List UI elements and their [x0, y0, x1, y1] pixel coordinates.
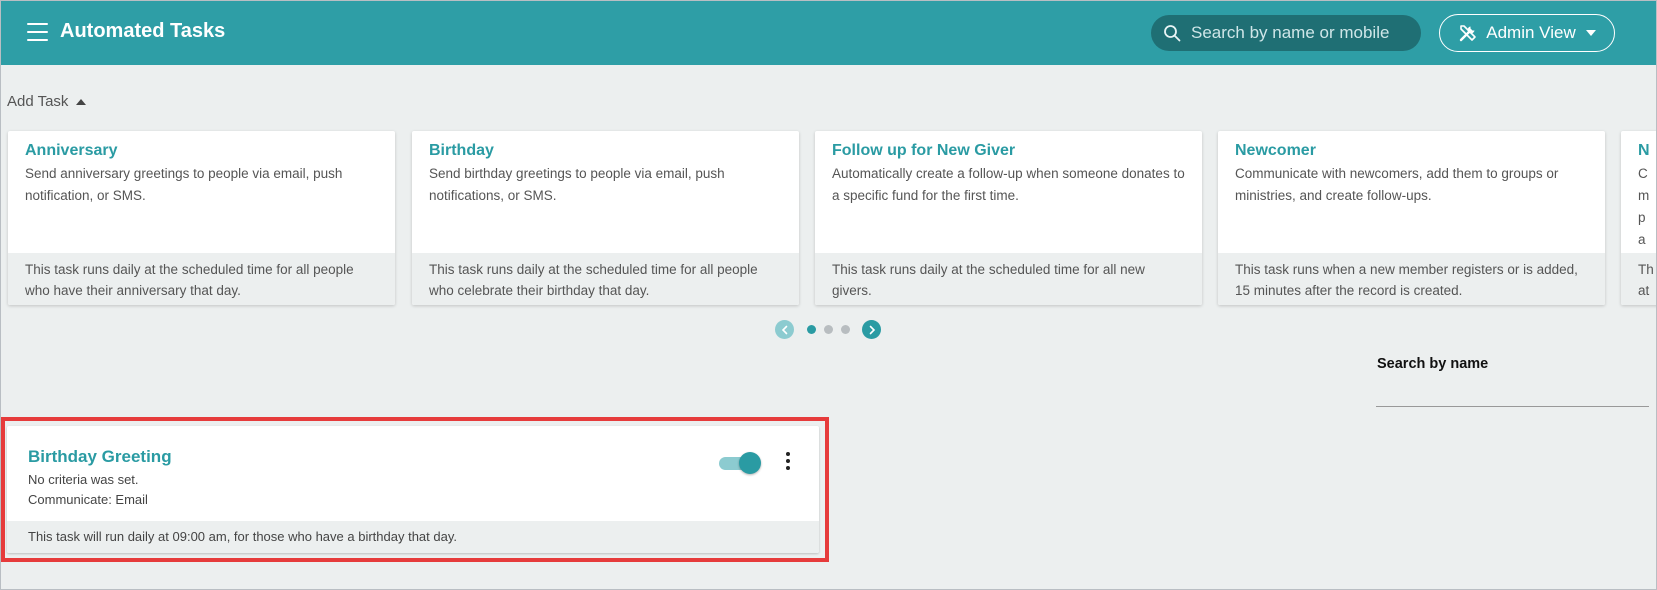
add-task-label: Add Task — [7, 93, 69, 110]
search-by-name-input[interactable] — [1376, 381, 1649, 407]
task-title[interactable]: Birthday Greeting — [28, 447, 172, 467]
card-title: Anniversary — [25, 142, 118, 159]
card-title: Birthday — [429, 142, 494, 159]
card-title: Newcomer — [1235, 142, 1316, 159]
card-description: C m p a — [1638, 166, 1650, 247]
global-search[interactable] — [1151, 15, 1421, 51]
task-template-card-partial[interactable]: N C m p a Th at — [1621, 131, 1656, 305]
card-title: N — [1638, 142, 1650, 159]
more-options-icon[interactable] — [782, 450, 794, 472]
carousel-dot-2[interactable] — [824, 325, 833, 334]
card-title: Follow up for New Giver — [832, 142, 1016, 159]
card-description: Automatically create a follow-up when so… — [832, 166, 1185, 203]
chevron-left-icon — [781, 325, 787, 334]
carousel-dots — [803, 325, 854, 334]
toggle-knob — [739, 452, 761, 474]
add-task-toggle[interactable]: Add Task — [7, 93, 87, 110]
card-footer: Th at — [1621, 253, 1656, 305]
task-communicate: Communicate: Email — [28, 492, 148, 507]
task-template-card-birthday[interactable]: Birthday Send birthday greetings to peop… — [412, 131, 799, 305]
admin-view-label: Admin View — [1486, 23, 1576, 42]
search-by-name-label: Search by name — [1377, 356, 1489, 372]
card-footer: This task runs daily at the scheduled ti… — [8, 253, 395, 305]
app-frame: Automated Tasks Admin View Add Task Anni… — [0, 0, 1657, 590]
admin-view-dropdown[interactable]: Admin View — [1439, 14, 1615, 52]
carousel-dot-1[interactable] — [807, 325, 816, 334]
card-footer: This task runs when a new member registe… — [1218, 253, 1605, 305]
task-criteria: No criteria was set. — [28, 472, 139, 487]
task-template-card-anniversary[interactable]: Anniversary Send anniversary greetings t… — [8, 131, 395, 305]
card-description: Send anniversary greetings to people via… — [25, 166, 343, 203]
carousel-pager — [775, 320, 881, 339]
hamburger-menu-icon[interactable] — [27, 23, 48, 41]
caret-up-icon — [76, 98, 87, 105]
card-description: Communicate with newcomers, add them to … — [1235, 166, 1559, 203]
top-header: Automated Tasks Admin View — [1, 1, 1656, 65]
card-footer: This task runs daily at the scheduled ti… — [815, 253, 1202, 305]
search-icon — [1164, 25, 1181, 42]
chevron-right-icon — [869, 325, 875, 334]
tools-icon — [1460, 25, 1477, 42]
task-schedule-footer: This task will run daily at 09:00 am, fo… — [7, 521, 819, 553]
card-footer: This task runs daily at the scheduled ti… — [412, 253, 799, 305]
carousel-prev-button[interactable] — [775, 320, 794, 339]
task-template-card-newcomer[interactable]: Newcomer Communicate with newcomers, add… — [1218, 131, 1605, 305]
carousel-next-button[interactable] — [862, 320, 881, 339]
page-title: Automated Tasks — [60, 20, 226, 42]
card-description: Send birthday greetings to people via em… — [429, 166, 725, 203]
automated-task-card: Birthday Greeting No criteria was set. C… — [7, 426, 819, 553]
task-enabled-toggle[interactable] — [719, 451, 761, 475]
chevron-down-icon — [1585, 30, 1596, 36]
task-template-card-new-giver[interactable]: Follow up for New Giver Automatically cr… — [815, 131, 1202, 305]
carousel-dot-3[interactable] — [841, 325, 850, 334]
search-input[interactable] — [1191, 23, 1411, 43]
